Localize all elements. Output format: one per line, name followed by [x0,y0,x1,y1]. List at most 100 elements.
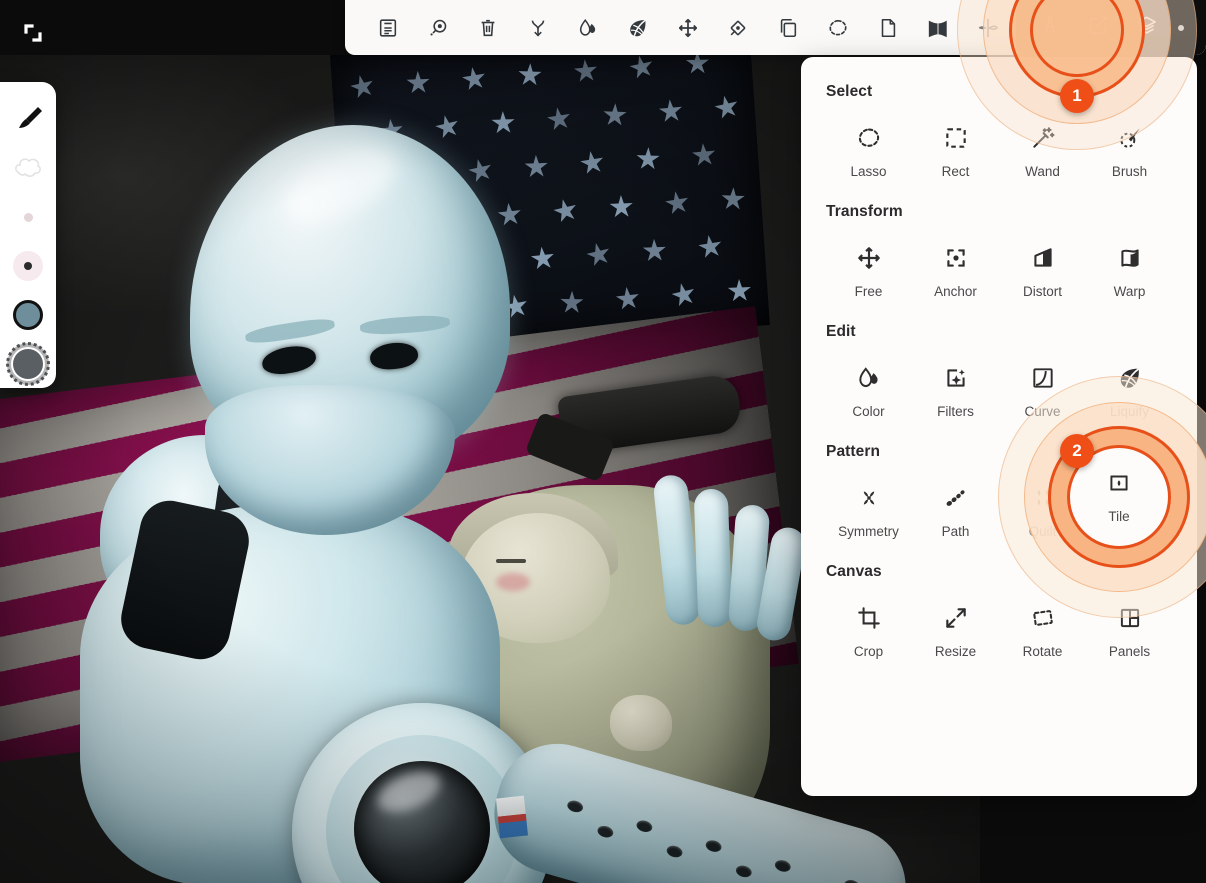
panel-item-label: Distort [1023,284,1062,299]
compass-divider-icon [1039,14,1061,41]
save-document[interactable] [363,0,413,55]
panel-item-label: Resize [935,644,976,659]
color-swatch[interactable] [0,291,56,340]
panel-item-label: Anchor [934,284,977,299]
delete[interactable] [463,0,513,55]
panel-item-wand[interactable]: Wand [999,109,1086,185]
flag-star [685,55,709,76]
four-petal-grid-icon [1030,483,1056,513]
edit-tool[interactable] [1074,0,1122,55]
distort-shape-icon [1030,243,1056,273]
panel-item-free[interactable]: Free [825,229,912,305]
tools-panel[interactable]: Select Lasso Rect [801,57,1197,796]
panel-item-label: Tile [1119,524,1140,539]
expand-corners-icon[interactable] [20,20,46,46]
panel-item-quilt[interactable]: Quilt [999,469,1086,545]
panel-item-path[interactable]: Path [912,469,999,545]
panel-section-title-transform: Transform [826,203,1173,221]
flag-star [517,63,542,88]
zoom-select[interactable] [413,0,463,55]
layers-tool[interactable] [1122,0,1170,55]
panel-item-label: Rect [942,164,970,179]
forearm-vent-hole [665,844,683,859]
panel-section-title-edit: Edit [826,323,1173,341]
panel-section-title-canvas: Canvas [826,563,1173,581]
panel-item-rotate[interactable]: Rotate [999,589,1086,665]
panel-item-label: Symmetry [838,524,899,539]
lasso-select[interactable] [813,0,863,55]
move[interactable] [663,0,713,55]
panel-item-label: Liquify [1110,404,1149,419]
four-petal-icon [856,483,882,513]
panel-item-label: Color [852,404,884,419]
medium-dot-icon [13,251,43,281]
brush-size-medium[interactable] [0,242,56,291]
label-sticker [496,796,528,839]
panel-item-lasso[interactable]: Lasso [825,109,912,185]
panel-section-title-pattern: Pattern [826,443,1173,461]
compass-tool[interactable] [1026,0,1074,55]
panel-item-label: Rotate [1023,644,1063,659]
anchor-point[interactable] [713,0,763,55]
brush-tool-sidebar[interactable] [0,82,56,388]
panel-item-curve[interactable]: Curve [999,349,1086,425]
panel-item-label: Warp [1114,284,1146,299]
tile-frame-icon [1117,483,1143,513]
flag-star [627,55,655,82]
panel-item-brush[interactable]: Brush [1086,109,1173,185]
duplicate[interactable] [763,0,813,55]
new-page[interactable] [863,0,913,55]
panel-item-label: Curve [1024,404,1060,419]
panel-item-filters[interactable]: Filters [912,349,999,425]
petal-path-icon [943,483,969,513]
brush-texture[interactable] [0,339,56,388]
flag-star [573,58,599,84]
panel-item-tile[interactable]: Tile [1086,469,1173,545]
ellipsis-icon [1178,25,1184,31]
robot-finger [694,488,733,627]
panel-item-warp[interactable]: Warp [1086,229,1173,305]
anchor-point-bracket-icon [943,243,969,273]
paintbrush-icon [13,103,43,138]
layers-stack-icon [1135,14,1158,42]
robot-finger [652,474,701,627]
panel-item-crop[interactable]: Crop [825,589,912,665]
panel-item-rect[interactable]: Rect [912,109,999,185]
top-toolbar[interactable] [345,0,1206,55]
brush-size-small[interactable] [0,193,56,242]
diamond-anchor-icon [727,17,749,39]
panel-grid-icon [1117,603,1143,633]
more-options[interactable] [1170,25,1192,31]
cloud-outline-icon [11,153,45,186]
panel-item-label: Lasso [850,164,886,179]
panel-item-anchor[interactable]: Anchor [912,229,999,305]
four-arrows-move-icon [677,17,699,39]
fuzzy-dotted-circle-icon [13,349,43,379]
panel-item-liquify[interactable]: Liquify [1086,349,1173,425]
panel-item-symmetry[interactable]: Symmetry [825,469,912,545]
liquify[interactable] [613,0,663,55]
panel-grid-edit: Color Filters [825,349,1173,425]
dashed-lasso-icon [856,123,882,153]
merge-down[interactable] [513,0,563,55]
warp-flag-icon [1117,243,1143,273]
sparkle-square-icon [943,363,969,393]
panel-item-panels[interactable]: Panels [1086,589,1173,665]
symmetry[interactable] [963,0,1013,55]
color-blend[interactable] [563,0,613,55]
forearm-vent-hole [774,858,792,873]
book-spread[interactable] [913,0,963,55]
brush-tool[interactable] [0,96,56,145]
smudge-tool[interactable] [0,145,56,194]
toolbar-dark-section[interactable] [1016,0,1206,55]
toolbar-light-section[interactable] [345,0,1013,55]
panel-item-distort[interactable]: Distort [999,229,1086,305]
panel-item-resize[interactable]: Resize [912,589,999,665]
panel-item-color[interactable]: Color [825,349,912,425]
panel-grid-select: Lasso Rect [825,109,1173,185]
forearm-vent-hole [704,839,722,854]
forearm-vent-hole [596,824,614,839]
robot-figure [70,85,790,883]
panel-item-label: Path [942,524,970,539]
document-save-icon [377,17,399,39]
